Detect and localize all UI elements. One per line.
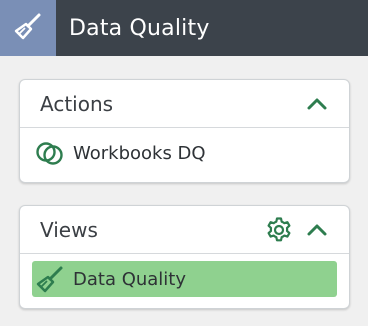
overlapping-circles-icon [35,138,65,168]
views-panel-title: Views [40,217,98,242]
actions-panel-header: Actions [20,80,349,128]
views-list: Data Quality [20,254,349,297]
list-item-workbooks-dq[interactable]: Workbooks DQ [32,135,337,171]
chevron-up-icon[interactable] [305,92,329,116]
actions-list: Workbooks DQ [20,128,349,171]
list-item-label: Data Quality [73,268,187,290]
broom-icon [35,264,65,294]
broom-icon [13,11,43,45]
app-header: Data Quality [0,0,368,56]
list-item-data-quality[interactable]: Data Quality [32,261,337,297]
list-item-label: Workbooks DQ [73,142,206,164]
chevron-up-icon[interactable] [305,218,329,242]
views-panel-header: Views [20,206,349,254]
actions-panel-title: Actions [40,91,114,116]
gear-icon[interactable] [265,216,293,244]
app-title: Data Quality [69,15,210,41]
views-panel: Views Data Quality [19,205,350,309]
actions-panel: Actions Workbooks DQ [19,79,350,183]
app-logo [0,0,56,56]
